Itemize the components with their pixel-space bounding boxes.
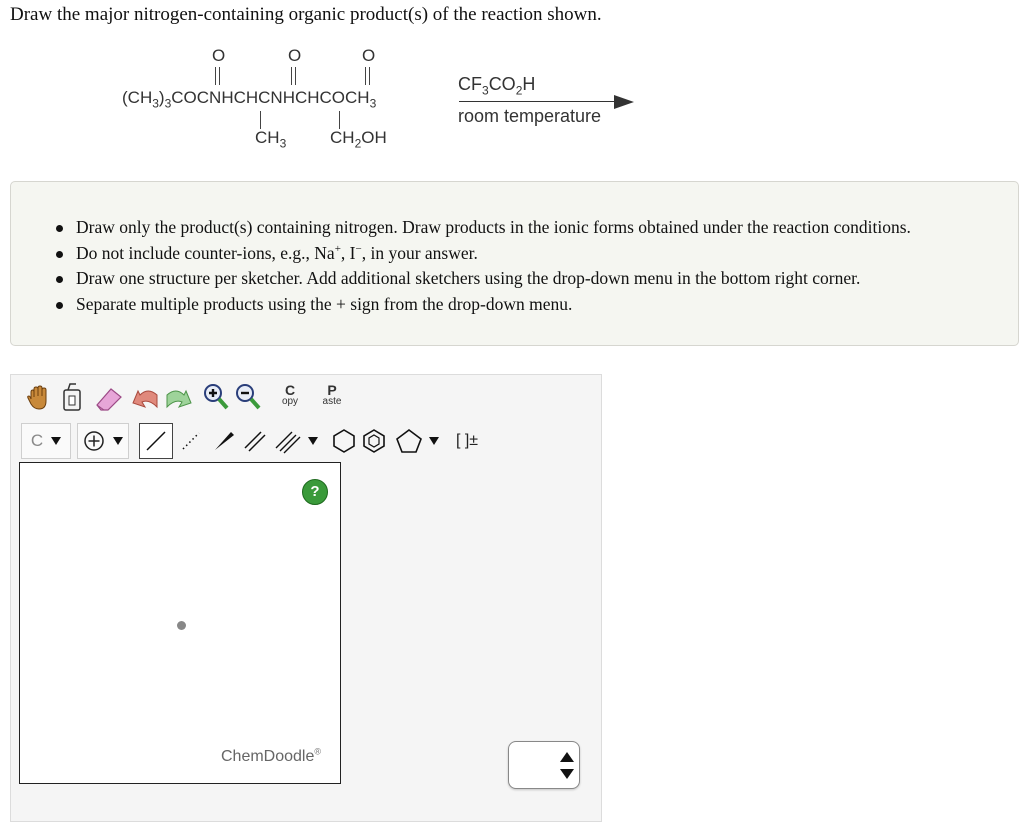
question-text: Draw the major nitrogen-containing organ… [10,4,602,25]
atom-selector[interactable]: C [21,423,71,459]
double-bond-1 [215,67,220,85]
chemdoodle-sketcher: Copy Paste C [ ]± ? ChemDoodle® [10,374,602,822]
dropdown-icon [308,437,318,445]
single-bond-1 [260,111,261,129]
single-bond-2 [339,111,340,129]
stepper-icon [560,752,574,779]
triple-bond-icon [275,431,301,454]
instruction-item: Do not include counter-ions, e.g., Na+, … [56,241,911,267]
redo-icon[interactable] [163,383,193,413]
chemdoodle-brand: ChemDoodle® [221,746,322,765]
substituent-methyl: CH3 [255,128,287,151]
dropdown-icon [51,437,62,445]
cursor-dot [177,621,186,630]
zoom-out-icon[interactable] [233,381,263,413]
substituent-hydroxymethyl: CH2OH [330,128,387,151]
reagent-label: CF3CO2H [458,74,536,98]
cyclohexane-icon[interactable] [329,423,359,459]
oxygen-atom-2: O [288,46,302,65]
wedge-bond-icon[interactable] [209,423,239,459]
copy-button[interactable]: Copy [273,379,307,413]
arrow-head-icon [614,95,634,109]
eraser-icon[interactable] [93,383,125,413]
double-bond-2 [291,67,296,85]
zoom-in-icon[interactable] [201,381,231,413]
reactant-main-chain: (CH3)3COCNHCHCNHCHCOCH3 [122,88,377,111]
dropdown-icon [429,437,439,445]
instruction-item: Draw one structure per sketcher. Add add… [56,266,911,292]
drawing-canvas[interactable]: ? ChemDoodle® [19,462,341,784]
undo-icon[interactable] [131,383,161,413]
bracket-button[interactable]: [ ]± [449,423,485,459]
charge-selector[interactable] [77,423,129,459]
instructions-box: Draw only the product(s) containing nitr… [10,181,1019,346]
sketcher-count-stepper[interactable] [508,741,580,789]
instruction-item: Separate multiple products using the + s… [56,292,911,318]
help-button[interactable]: ? [302,479,328,505]
oxygen-atom-1: O [212,46,226,65]
reaction-scheme: O O O (CH3)3COCNHCHCNHCHCOCH3 CH3 CH2OH … [110,40,650,160]
paste-button[interactable]: Paste [313,379,351,413]
instruction-item: Draw only the product(s) containing nitr… [56,215,911,241]
double-bond-3 [365,67,370,85]
conditions-label: room temperature [458,106,602,126]
benzene-icon[interactable] [359,423,389,459]
hand-icon[interactable] [23,383,53,413]
clear-icon[interactable] [57,381,87,413]
triple-bond-selector[interactable] [271,423,321,459]
stereo-bond-icon[interactable] [175,423,207,459]
oxygen-atom-3: O [362,46,376,65]
double-bond-icon[interactable] [239,423,271,459]
cyclopentane-icon [396,429,422,453]
reaction-arrow [459,101,617,102]
cyclopentane-selector[interactable] [391,423,443,459]
single-bond-icon[interactable] [139,423,173,459]
dropdown-icon [113,437,123,445]
charge-icon [84,431,104,451]
